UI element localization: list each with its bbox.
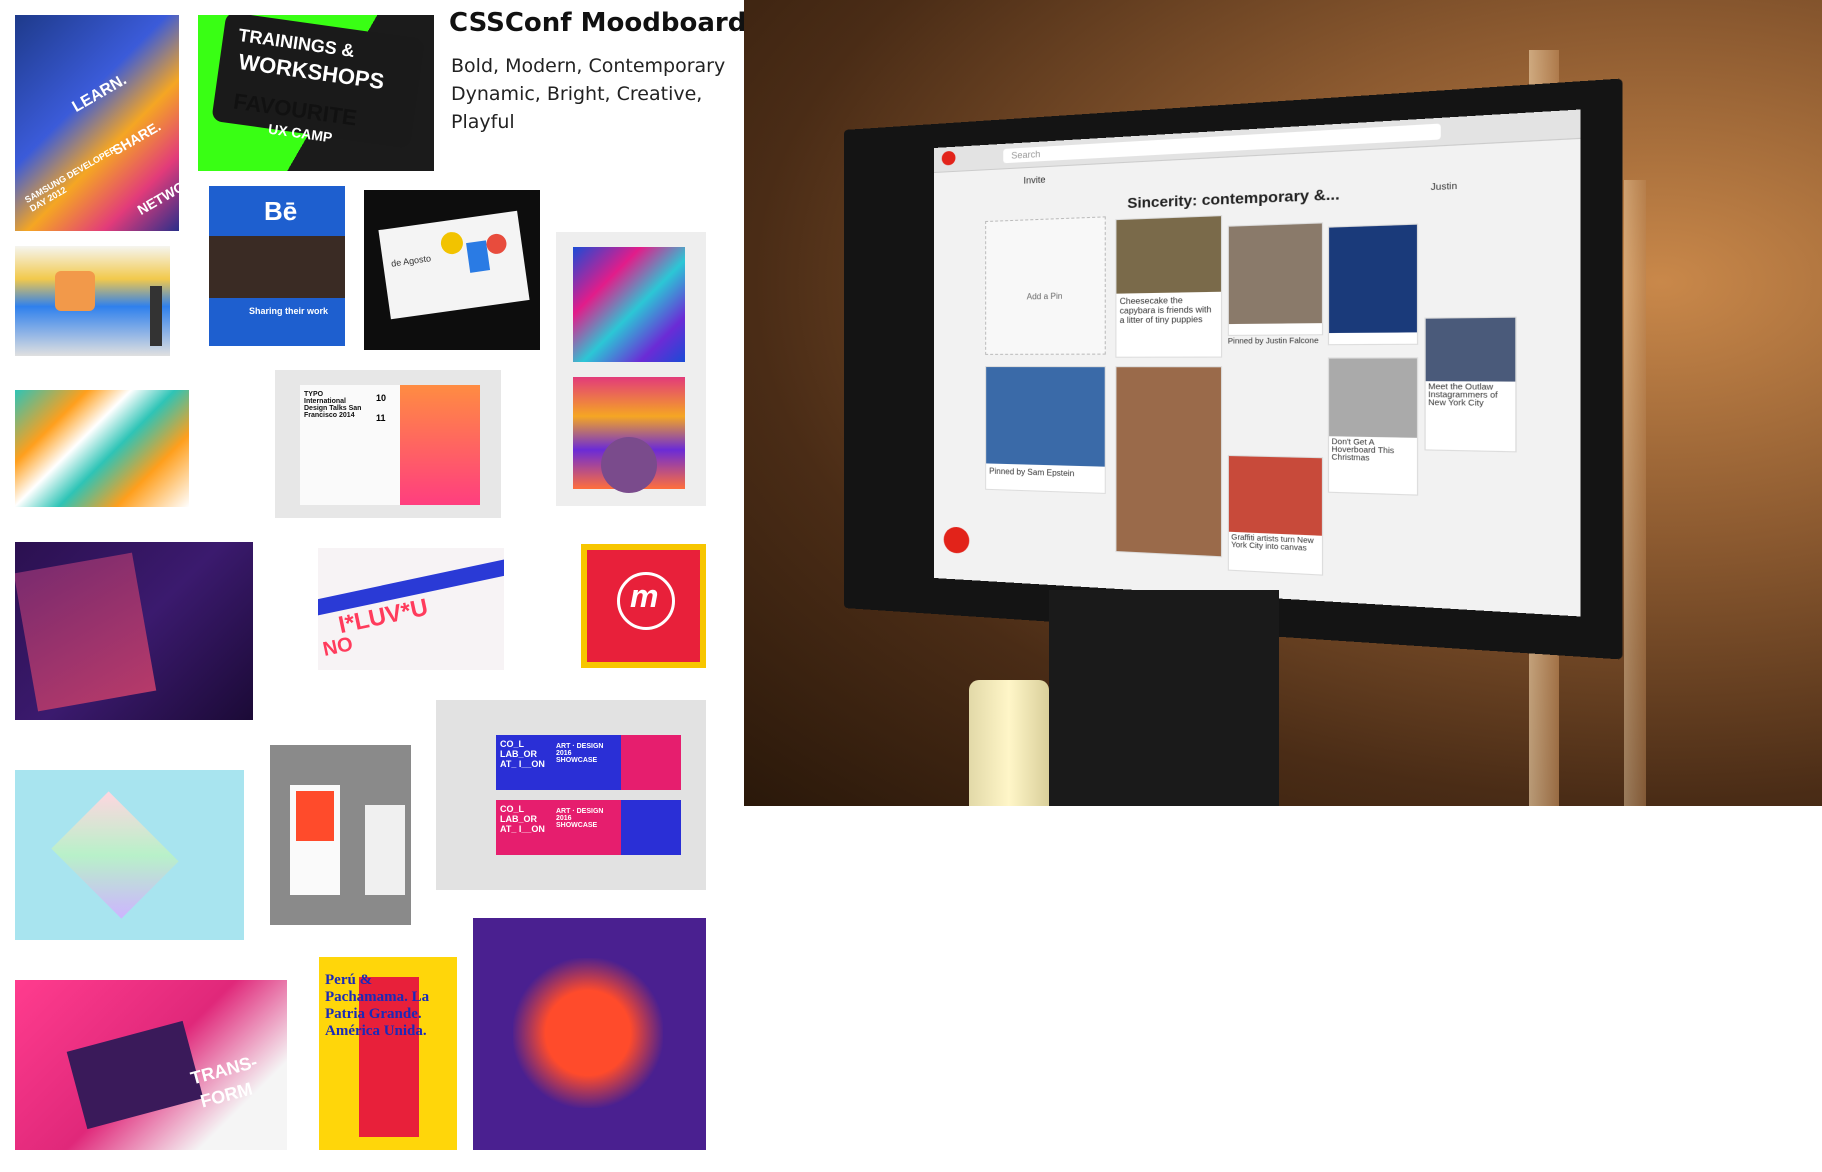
mural-letter: [55, 271, 95, 311]
behance-logo: Bē: [264, 196, 297, 227]
ticket-2: CO_L LAB_OR AT_ I__ON ART · DESIGN 2016 …: [496, 800, 681, 855]
thumb-transform[interactable]: TRANS- FORM: [15, 980, 287, 1150]
thumb-behance[interactable]: Bē Sharing their work: [209, 186, 345, 346]
pin-night: [1328, 224, 1418, 346]
thumb-business-card[interactable]: de Agosto: [364, 190, 540, 350]
m-red: m: [587, 550, 700, 662]
pin-text: Cheesecake the capybara is friends with …: [1116, 292, 1221, 329]
poster-inner: [15, 553, 156, 712]
pin-text: Meet the Outlaw Instagrammers of New Yor…: [1426, 381, 1516, 410]
thumb-typo-brochure[interactable]: TYPO International Design Talks San Fran…: [275, 370, 501, 518]
brush-art: [573, 247, 685, 362]
pinned-by-justin: Pinned by Justin Falcone: [1228, 338, 1319, 346]
typo-date2: 11: [376, 413, 386, 423]
blur-blob: [513, 958, 663, 1108]
pin-street: [1228, 222, 1323, 336]
geometric-art: [573, 377, 685, 489]
badge-photo: [296, 791, 334, 841]
moodboard-title: CSSConf Moodboard: [449, 8, 746, 38]
keyword-line: Playful: [451, 108, 741, 136]
thumb-peru-poster[interactable]: Perú & Pachamama. La Patria Grande. Amér…: [319, 957, 457, 1150]
keyword-line: Dynamic, Bright, Creative,: [451, 80, 741, 108]
thumb-m-logo[interactable]: m: [581, 544, 706, 668]
pin-pinned-by: Pinned by Sam Epstein: [986, 463, 1105, 482]
add-pin-card: Add a Pin: [985, 216, 1106, 355]
pinterest-floating-logo-icon: [944, 526, 970, 553]
typo-date1: 10: [376, 393, 386, 403]
peru-text: Perú & Pachamama. La Patria Grande. Amér…: [325, 972, 450, 1040]
thumb-lanyard-badge[interactable]: [270, 745, 411, 925]
thumb-colored-blocks[interactable]: [15, 390, 189, 507]
pin-hoverboard: Don't Get A Hoverboard This Christmas: [1328, 357, 1418, 495]
moodboard-keywords: Bold, Modern, Contemporary Dynamic, Brig…: [451, 52, 741, 136]
ticket2-sub: ART · DESIGN 2016 SHOWCASE: [556, 808, 606, 829]
brochure-left: TYPO International Design Talks San Fran…: [300, 385, 400, 505]
pin-instagrammers: Meet the Outlaw Instagrammers of New Yor…: [1424, 317, 1516, 453]
geo-circle: [601, 437, 657, 493]
pin-capybara: Cheesecake the capybara is friends with …: [1115, 215, 1222, 358]
ticket2-stub: [621, 800, 681, 855]
add-pin-label: Add a Pin: [986, 291, 1105, 302]
door-frame-2: [1624, 180, 1646, 806]
ticket-1: CO_L LAB_OR AT_ I__ON ART · DESIGN 2016 …: [496, 735, 681, 790]
wipes-canister: [969, 680, 1049, 806]
tv-stand: [1049, 590, 1279, 806]
mural-person: [150, 286, 162, 346]
ticket1-stub: [621, 735, 681, 790]
transform-photo: [67, 1021, 204, 1129]
card-shape: [485, 233, 508, 256]
pin-graffiti: Graffiti artists turn New York City into…: [1228, 455, 1323, 576]
card-text: de Agosto: [391, 253, 432, 268]
samsung-network: NETWO: [134, 178, 179, 218]
behance-caption: Sharing their work: [249, 306, 328, 316]
behance-photo: [209, 236, 345, 298]
m-letter: m: [630, 578, 658, 615]
thumb-brushstrokes[interactable]: [556, 232, 706, 506]
pin-selfie: [1115, 366, 1222, 557]
typo-heading: TYPO International Design Talks San Fran…: [304, 391, 364, 419]
thumb-workshops-ux-camp[interactable]: TRAININGS & WORKSHOPS FAVOURITE UX CAMP: [198, 15, 434, 171]
thumb-blur-abstract[interactable]: [473, 918, 706, 1150]
samsung-title: SAMSUNG DEVELOPER DAY 2012: [23, 136, 137, 213]
card-face: de Agosto: [378, 211, 529, 320]
pinterest-logo-icon: [942, 151, 956, 166]
samsung-learn: LEARN.: [69, 71, 130, 116]
brochure-right: [400, 385, 480, 505]
badge: [290, 785, 340, 895]
thumb-samsung-developer-day[interactable]: LEARN. SHARE. NETWO SAMSUNG DEVELOPER DA…: [15, 15, 179, 231]
thumb-collab-tickets[interactable]: CO_L LAB_OR AT_ I__ON ART · DESIGN 2016 …: [436, 700, 706, 890]
photo-tv-pinterest: Search Invite Justin Sincerity: contempo…: [744, 0, 1822, 806]
pin-text: Don't Get A Hoverboard This Christmas: [1329, 436, 1417, 466]
thumb-isometric[interactable]: [15, 770, 244, 940]
tv-screen: Search Invite Justin Sincerity: contempo…: [934, 110, 1580, 617]
pin-dj: Pinned by Sam Epstein: [985, 366, 1106, 494]
luv-no: NO: [321, 633, 355, 662]
ticket1-sub: ART · DESIGN 2016 SHOWCASE: [556, 743, 606, 764]
iso-shape: [51, 791, 178, 918]
keyword-line: Bold, Modern, Contemporary: [451, 52, 741, 80]
ticket2-text: CO_L LAB_OR AT_ I__ON: [500, 804, 550, 834]
badge-2: [365, 805, 405, 895]
invite-label: Invite: [1023, 174, 1045, 185]
thumb-purple-poster[interactable]: [15, 542, 253, 720]
ticket1-text: CO_L LAB_OR AT_ I__ON: [500, 739, 550, 769]
thumb-i-luv-u[interactable]: I*LUV*U NO: [318, 548, 504, 670]
thumb-mural[interactable]: [15, 246, 170, 356]
card-circle: [440, 231, 465, 256]
pin-text: Graffiti artists turn New York City into…: [1229, 532, 1322, 556]
